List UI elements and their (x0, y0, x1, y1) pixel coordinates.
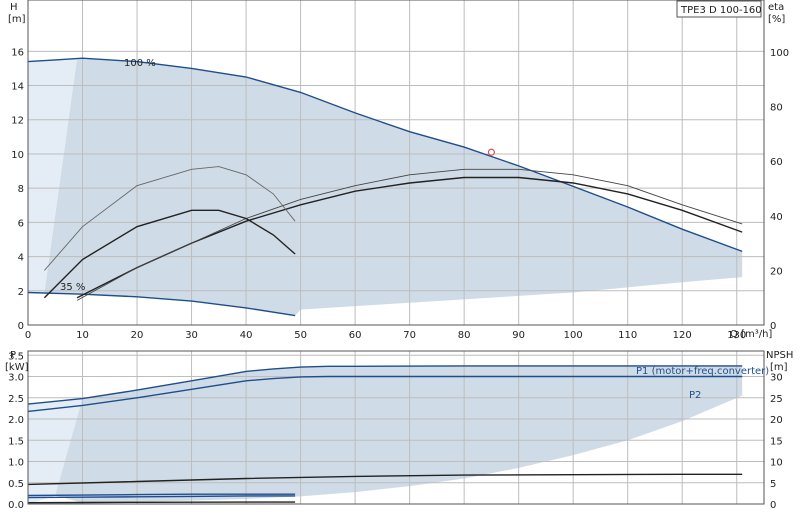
bot-left-tick-label: 1.0 (8, 458, 24, 469)
power-npsh-panel: 0.00.51.01.52.02.53.03.5051015202530 P [… (5, 350, 793, 511)
bot-right-tick-label: 0 (770, 500, 776, 511)
curve-label-35-percent: 35 % (60, 282, 85, 293)
curve-label-100-percent: 100 % (124, 58, 156, 69)
bot-left-tick-label: 3.0 (8, 373, 24, 384)
top-left-tick-label: 6 (18, 218, 24, 229)
bot-right-tick-label: 30 (770, 373, 783, 384)
top-left-tick-label: 2 (18, 287, 24, 298)
bot-left-tick-label: 0.0 (8, 500, 24, 511)
top-left-tick-label: 8 (18, 184, 24, 195)
bot-left-tick-label: 0.5 (8, 479, 24, 490)
top-x-tick-label: 100 (564, 330, 583, 341)
bot-right-tick-label: 15 (770, 436, 783, 447)
bot-left-tick-label: 2.0 (8, 415, 24, 426)
top-x-tick-label: 50 (294, 330, 307, 341)
top-left-tick-label: 16 (11, 47, 24, 58)
bot-series-line-5 (27, 501, 296, 504)
pump-performance-chart: 0 2 4 6 8 10 12 14 16 0 20 40 60 80 100 0 10 20 30 40 50 60 70… (5, 0, 793, 511)
head-efficiency-panel: 02468101214160204060801000 10 20 30 40 50 60 70… (8, 0, 789, 341)
bot-left-tick-label: 2.5 (8, 394, 24, 405)
title-box-text: TPE3 D 100-160 (680, 5, 762, 16)
top-right-axis-unit: [%] (768, 14, 785, 25)
bot-left-tick-label: 1.5 (8, 436, 24, 447)
top-x-tick-label: 110 (618, 330, 637, 341)
bottom-left-axis-label: P (10, 350, 16, 361)
top-left-tick-label: 4 (18, 253, 24, 264)
top-x-tick-label: 10 (76, 330, 89, 341)
top-x-tick-label: 20 (131, 330, 144, 341)
top-right-tick-label: 40 (770, 212, 783, 223)
top-right-axis-label: eta (768, 2, 784, 13)
top-x-tick-label: 80 (458, 330, 471, 341)
top-left-axis-unit: [m] (8, 14, 26, 25)
top-x-tick-label: 120 (673, 330, 692, 341)
top-right-tick-label: 20 (770, 266, 783, 277)
legend-p2-label: P2 (689, 390, 701, 401)
top-left-tick-label: 12 (11, 116, 24, 127)
bot-right-tick-label: 5 (770, 479, 776, 490)
top-left-tick-label: 10 (11, 150, 24, 161)
bottom-left-axis-unit: [kW] (5, 362, 29, 373)
top-left-tick-label: 0 (18, 321, 24, 332)
bottom-right-axis-unit: [m] (770, 362, 788, 373)
bot-right-tick-label: 25 (770, 394, 783, 405)
x-axis-label: Q [m³/h] (730, 329, 772, 340)
top-x-tick-label: 60 (349, 330, 362, 341)
bot-area-operating-range (28, 365, 743, 504)
top-area-operating-range (44, 58, 743, 316)
top-x-tick-label: 0 (25, 330, 31, 341)
top-x-tick-label: 90 (512, 330, 525, 341)
bot-right-tick-label: 20 (770, 415, 783, 426)
top-x-tick-label: 30 (185, 330, 198, 341)
top-left-tick-label: 14 (11, 82, 24, 93)
top-right-tick-label: 60 (770, 157, 783, 168)
top-right-tick-label: 100 (770, 48, 789, 59)
bot-right-tick-label: 10 (770, 458, 783, 469)
legend-p1-label: P1 (motor+freq.converter) (636, 366, 769, 377)
top-x-tick-label: 70 (403, 330, 416, 341)
top-x-tick-label: 40 (240, 330, 253, 341)
operating-point-marker (487, 148, 496, 156)
top-right-tick-label: 80 (770, 103, 783, 114)
bottom-right-axis-label: NPSH (766, 350, 793, 361)
top-left-axis-label: H (10, 2, 18, 13)
